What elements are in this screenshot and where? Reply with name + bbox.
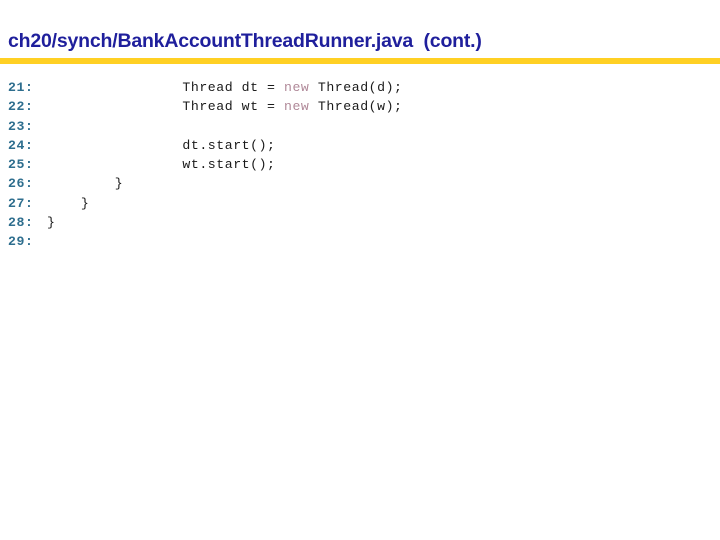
slide-header: ch20/synch/BankAccountThreadRunner.java … (0, 0, 720, 64)
code-line: 27: } (0, 194, 720, 213)
code-line-number: 21: (8, 80, 34, 95)
code-line-text: Thread dt = new Thread(d); (47, 78, 403, 97)
code-segment-plain: Thread dt = (47, 80, 284, 95)
code-keyword: new (284, 99, 310, 115)
code-line-number: 22: (8, 99, 34, 115)
code-line-number: 28: (8, 215, 34, 231)
code-line-text: } (47, 195, 90, 211)
code-line: 28:} (0, 213, 720, 232)
code-listing: 21: Thread dt = new Thread(d); 22: Thread… (0, 78, 720, 252)
code-line-text: wt.start(); (47, 157, 276, 173)
code-line-number: 27: (8, 195, 34, 211)
code-line-text: dt.start(); (47, 137, 276, 153)
code-segment-plain: Thread(w); (309, 99, 403, 115)
code-line: 26: } (0, 174, 720, 193)
code-line-number: 26: (8, 176, 34, 192)
code-line-text: } (47, 215, 56, 231)
code-line: 25: wt.start(); (0, 155, 720, 174)
code-line-number: 25: (8, 157, 34, 173)
code-line: 23: (0, 117, 720, 136)
code-line-text: } (47, 176, 124, 192)
code-line-text: Thread wt = new Thread(w); (47, 97, 403, 116)
page-title: ch20/synch/BankAccountThreadRunner.java … (8, 30, 482, 52)
code-line-number: 23: (8, 118, 34, 134)
code-keyword: new (284, 80, 310, 95)
title-divider-bar (0, 58, 720, 64)
code-line-number: 29: (8, 234, 34, 250)
code-segment-plain: Thread wt = (47, 99, 284, 115)
code-line: 21: Thread dt = new Thread(d); (0, 78, 720, 97)
code-segment-plain: Thread(d); (309, 80, 403, 95)
code-line: 22: Thread wt = new Thread(w); (0, 97, 720, 116)
code-line-number: 24: (8, 137, 34, 153)
code-line: 24: dt.start(); (0, 136, 720, 155)
code-line: 29: (0, 232, 720, 251)
